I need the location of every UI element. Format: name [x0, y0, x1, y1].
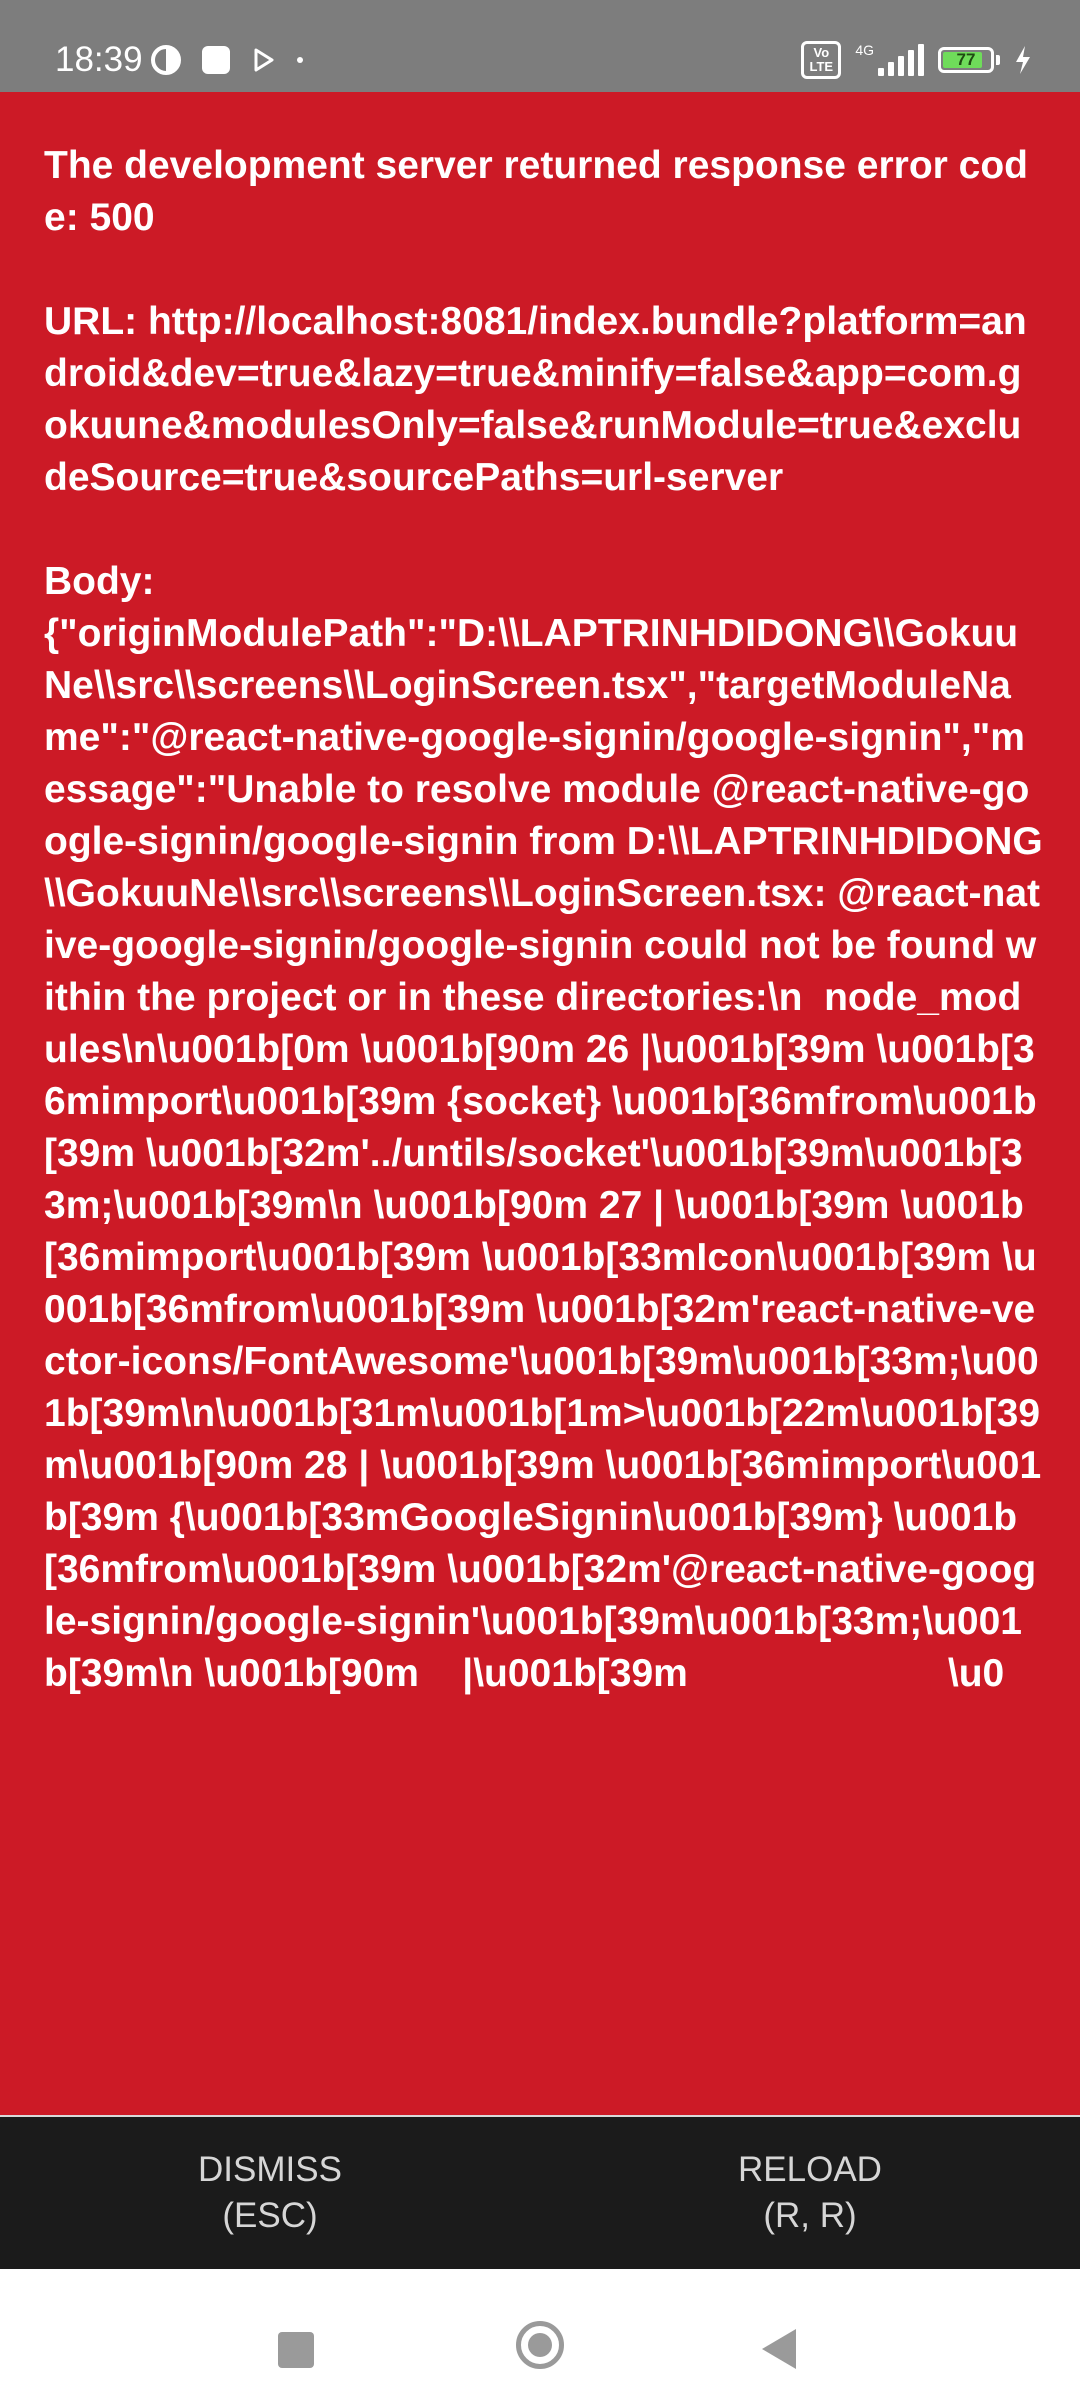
- charging-icon: [1016, 46, 1030, 74]
- dot-icon: [297, 57, 303, 63]
- back-icon[interactable]: [762, 2329, 796, 2369]
- notification-square-icon: [202, 46, 230, 74]
- status-bar: 18:39 Vo LTE 4G 77: [0, 0, 1080, 92]
- error-message: The development server returned response…: [44, 144, 1043, 1695]
- network-type: 4G: [855, 42, 874, 58]
- volte-icon: Vo LTE: [801, 41, 842, 79]
- home-icon[interactable]: [516, 2321, 564, 2369]
- redbox-button-bar: DISMISS (ESC) RELOAD (R, R): [0, 2117, 1080, 2269]
- battery-cap: [996, 55, 1000, 65]
- status-right-icons: Vo LTE 4G 77: [801, 36, 1032, 84]
- status-time: 18:39: [55, 40, 143, 79]
- home-icon-inner: [528, 2333, 552, 2357]
- error-redbox[interactable]: The development server returned response…: [0, 92, 1080, 2116]
- status-left-icons: [150, 38, 306, 82]
- reload-button[interactable]: RELOAD (R, R): [540, 2117, 1080, 2269]
- signal-icon: [878, 44, 924, 76]
- dismiss-button[interactable]: DISMISS (ESC): [0, 2117, 540, 2269]
- navigation-bar: [0, 2269, 1080, 2400]
- activity-icon: [151, 45, 181, 75]
- battery-level: 77: [956, 50, 976, 69]
- battery-icon: 77: [938, 47, 994, 73]
- recents-icon[interactable]: [278, 2332, 314, 2368]
- play-icon: [254, 48, 274, 72]
